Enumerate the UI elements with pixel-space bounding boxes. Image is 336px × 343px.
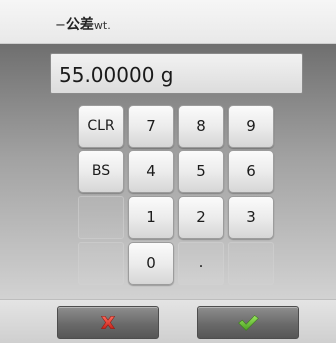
title-prefix: − [55, 18, 66, 33]
title-unit: wt. [93, 19, 111, 32]
key-4[interactable]: 4 [128, 150, 174, 193]
value-display[interactable]: 55.00000 g [50, 53, 303, 94]
title-bar: −公差wt. [0, 0, 336, 44]
key-2[interactable]: 2 [178, 196, 224, 239]
screen-title: −公差wt. [55, 14, 111, 34]
decimal-point-label: . [198, 253, 204, 271]
empty-key-slot [228, 242, 274, 285]
cancel-x-icon [100, 316, 116, 329]
backspace-button[interactable]: BS [78, 150, 124, 193]
key-0[interactable]: 0 [128, 242, 174, 285]
title-main: 公差 [65, 17, 94, 33]
tolerance-entry-screen: −公差wt. 55.00000 g CLR 7 8 9 BS 4 5 6 1 2… [0, 0, 336, 343]
key-8[interactable]: 8 [178, 105, 224, 148]
empty-key-slot [78, 196, 124, 239]
empty-key-slot [78, 242, 124, 285]
key-1[interactable]: 1 [128, 196, 174, 239]
key-5[interactable]: 5 [178, 150, 224, 193]
key-6[interactable]: 6 [228, 150, 274, 193]
action-bar [0, 299, 336, 343]
cancel-button[interactable] [57, 306, 159, 339]
decimal-point-key[interactable]: . [178, 242, 224, 285]
clear-button[interactable]: CLR [78, 105, 124, 148]
key-9[interactable]: 9 [228, 105, 274, 148]
confirm-button[interactable] [197, 306, 299, 339]
key-3[interactable]: 3 [228, 196, 274, 239]
key-7[interactable]: 7 [128, 105, 174, 148]
confirm-check-icon [238, 315, 259, 331]
